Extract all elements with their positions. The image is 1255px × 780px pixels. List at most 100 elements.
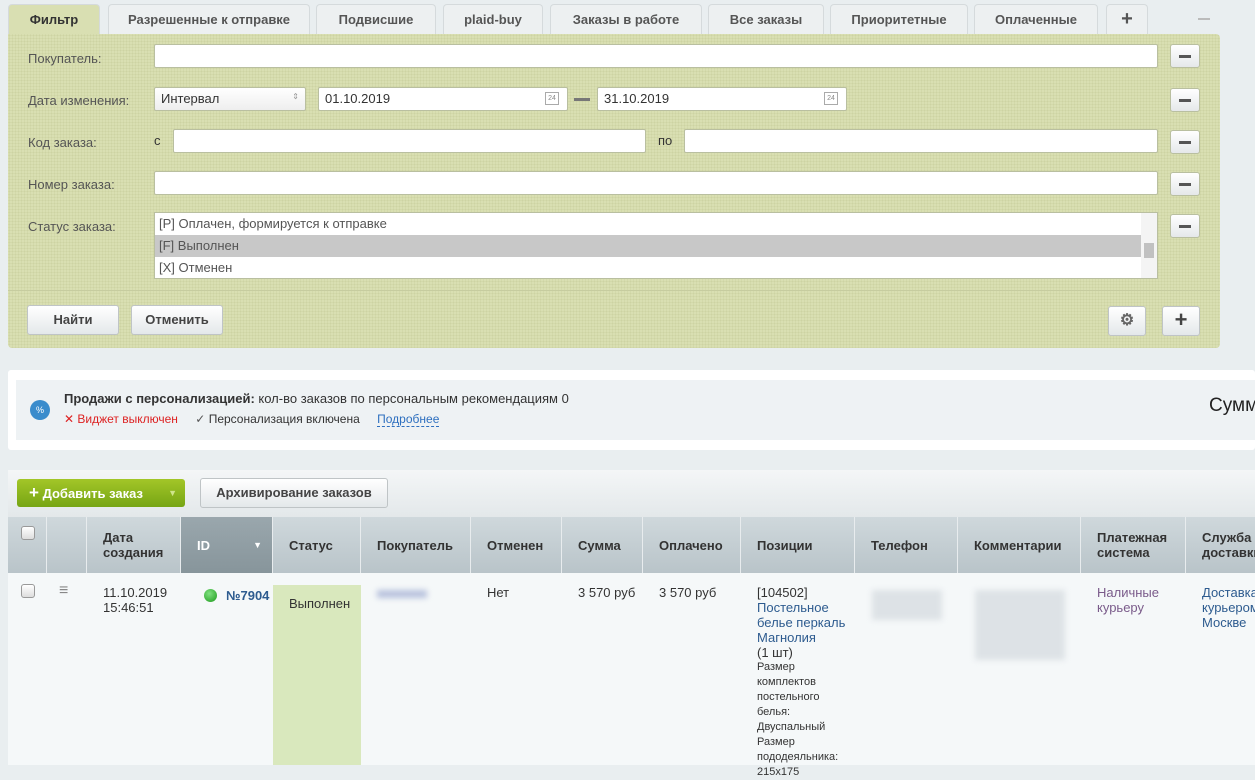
add-tab-button[interactable]: + [1106, 4, 1148, 35]
code-from-label: с [154, 133, 161, 148]
more-link[interactable]: Подробнее [377, 412, 440, 427]
row-checkbox[interactable] [21, 584, 35, 598]
personalization-status: ✕ Виджет выключен ✓ Персонализация включ… [64, 412, 440, 427]
remove-status-button[interactable] [1170, 214, 1200, 238]
check-icon: ✓ [195, 412, 206, 426]
status-listbox[interactable]: [P] Оплачен, формируется к отправке [F] … [154, 212, 1158, 279]
header-paid[interactable]: Оплачено [643, 517, 741, 573]
calendar-icon[interactable]: 24 [545, 92, 559, 105]
tab-plaid-buy[interactable]: plaid-buy [443, 4, 543, 35]
status-dot-icon [204, 589, 217, 602]
archive-orders-button[interactable]: Архивирование заказов [200, 478, 388, 508]
header-id-label: ID [197, 537, 210, 553]
order-id-link[interactable]: №7904 [226, 588, 269, 603]
sum-cell: 3 570 руб [578, 585, 636, 600]
plus-icon: + [29, 483, 39, 502]
tab-in-work[interactable]: Заказы в работе [550, 4, 702, 35]
date-from-value: 01.10.2019 [325, 91, 391, 106]
date-from-input[interactable]: 01.10.2019 24 [318, 87, 568, 111]
sum-label: Сумм [1209, 395, 1255, 416]
header-status[interactable]: Статус [273, 517, 361, 573]
row-time: 15:46:51 [103, 600, 154, 615]
personalization-icon: % [30, 400, 50, 420]
phone-cell-blurred [872, 590, 942, 620]
header-id[interactable]: ID ▼ [181, 517, 273, 573]
grid-toolbar [8, 470, 1255, 517]
chevron-down-icon[interactable]: ▼ [168, 479, 177, 507]
add-order-label: Добавить заказ [42, 486, 144, 501]
x-icon: ✕ [64, 412, 75, 426]
personalization-enabled: Персонализация включена [208, 412, 360, 426]
code-from-input[interactable] [173, 129, 646, 153]
header-cancelled[interactable]: Отменен [471, 517, 562, 573]
header-phone[interactable]: Телефон [855, 517, 958, 573]
status-option[interactable]: [P] Оплачен, формируется к отправке [155, 213, 1157, 235]
row-date: 11.10.2019 [103, 585, 168, 600]
select-arrows-icon: ⇕ [292, 92, 299, 101]
select-all-checkbox[interactable] [21, 526, 35, 540]
position-name-link[interactable]: Постельное белье перкаль Магнолия [757, 600, 855, 645]
settings-gear-icon[interactable]: ⚙ [1108, 306, 1146, 336]
position-props: Размер комплектов постельного белья: Дву… [757, 661, 839, 778]
code-to-label: по [658, 133, 673, 148]
status-cell-bg [273, 585, 361, 765]
personalization-title: Продажи с персонализацией: [64, 391, 255, 406]
code-to-input[interactable] [684, 129, 1158, 153]
divider [8, 290, 1220, 291]
tab-all-orders[interactable]: Все заказы [708, 4, 824, 35]
code-label: Код заказа: [28, 135, 97, 150]
find-button[interactable]: Найти [27, 305, 119, 335]
tab-hanging[interactable]: Подвисшие [316, 4, 436, 35]
status-label: Статус заказа: [28, 219, 116, 234]
orders-grid: + Добавить заказ ▼ Архивирование заказов [8, 470, 1255, 765]
header-payment[interactable]: Платежная система [1081, 517, 1186, 573]
date-to-value: 31.10.2019 [604, 91, 670, 106]
cancel-button[interactable]: Отменить [131, 305, 223, 335]
add-order-button[interactable]: + Добавить заказ ▼ [17, 479, 185, 507]
date-to-input[interactable]: 31.10.2019 24 [597, 87, 847, 111]
buyer-input[interactable] [154, 44, 1158, 68]
status-option[interactable]: [X] Отменен [155, 257, 1157, 279]
widget-status: Виджет выключен [77, 412, 178, 426]
payment-cell: Наличные курьеру [1097, 585, 1159, 615]
status-cell: Выполнен [289, 596, 351, 611]
remove-code-button[interactable] [1170, 130, 1200, 154]
header-date[interactable]: Дата создания [87, 517, 181, 573]
personalization-text: Продажи с персонализацией: кол-во заказо… [64, 391, 569, 406]
header-delivery[interactable]: Служба доставки [1186, 517, 1255, 573]
paid-cell: 3 570 руб [659, 585, 717, 600]
remove-number-button[interactable] [1170, 172, 1200, 196]
tab-allowed[interactable]: Разрешенные к отправке [108, 4, 310, 35]
remove-date-button[interactable] [1170, 88, 1200, 112]
calendar-icon[interactable]: 24 [824, 92, 838, 105]
add-filter-button[interactable]: + [1162, 306, 1200, 336]
position-qty: (1 шт) [757, 645, 793, 660]
tab-paid[interactable]: Оплаченные [974, 4, 1098, 35]
header-sum[interactable]: Сумма [562, 517, 643, 573]
header-positions[interactable]: Позиции [741, 517, 855, 573]
date-mode-value: Интервал [161, 91, 220, 106]
header-buyer[interactable]: Покупатель [361, 517, 471, 573]
remove-buyer-button[interactable] [1170, 44, 1200, 68]
header-comments[interactable]: Комментарии [958, 517, 1081, 573]
tab-priority[interactable]: Приоритетные [830, 4, 968, 35]
row-menu-icon[interactable]: ≡ [59, 582, 68, 600]
date-cell: 11.10.2019 15:46:51 [87, 585, 167, 615]
personalization-count: кол-во заказов по персональным рекоменда… [258, 391, 569, 406]
cancelled-cell: Нет [487, 585, 510, 600]
personalization-widget: % Продажи с персонализацией: кол-во зака… [8, 370, 1255, 450]
filter-panel: Покупатель: Дата изменения: Интервал ⇕ 01… [8, 34, 1220, 348]
date-mode-select[interactable]: Интервал ⇕ [154, 87, 306, 111]
delivery-cell[interactable]: Доставка курьером Москве [1186, 585, 1255, 630]
status-option-selected[interactable]: [F] Выполнен [155, 235, 1141, 257]
header-select-all [8, 517, 47, 573]
personalization-inner [16, 380, 1255, 440]
positions-cell: [104502] Постельное белье перкаль Магнол… [741, 585, 855, 780]
buyer-label: Покупатель: [28, 51, 102, 66]
scrollbar[interactable] [1141, 213, 1157, 278]
buyer-cell-blurred[interactable] [377, 590, 427, 598]
collapse-icon[interactable] [1198, 18, 1210, 20]
position-code: [104502] [757, 585, 808, 600]
number-input[interactable] [154, 171, 1158, 195]
tab-filter[interactable]: Фильтр [8, 4, 100, 35]
